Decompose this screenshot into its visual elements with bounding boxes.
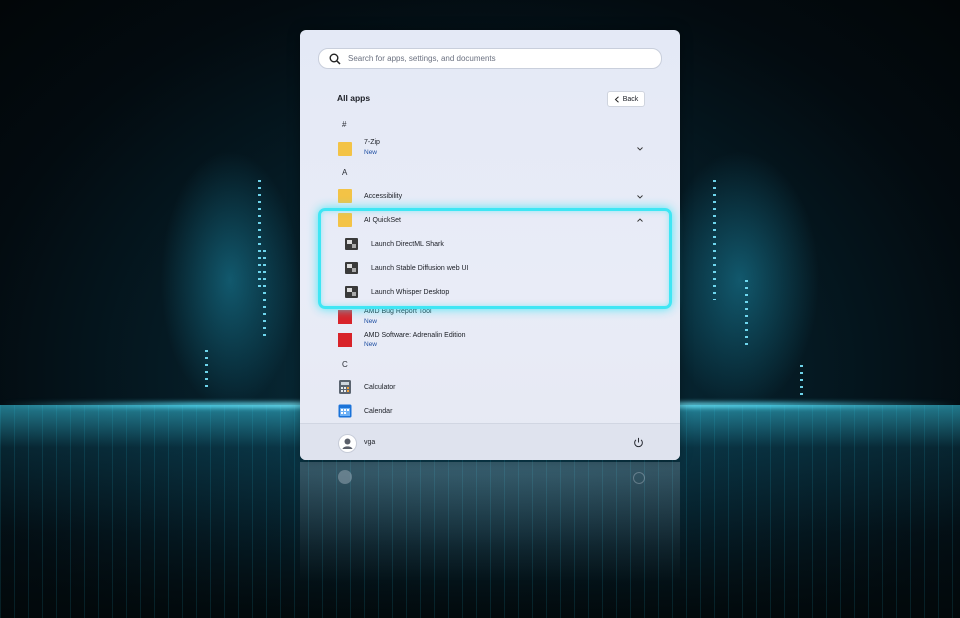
amd-icon bbox=[338, 310, 352, 324]
start-footer: vga bbox=[300, 423, 680, 460]
new-badge: New bbox=[364, 341, 378, 348]
group-letter-a[interactable]: A bbox=[342, 168, 347, 177]
background-light-dots bbox=[205, 350, 208, 390]
back-button[interactable]: Back bbox=[607, 91, 645, 107]
search-placeholder: Search for apps, settings, and documents bbox=[348, 54, 496, 63]
list-item-calendar[interactable]: Calendar bbox=[300, 401, 680, 423]
folder-icon bbox=[338, 142, 352, 156]
background-light-dots bbox=[263, 250, 266, 340]
page-title: All apps bbox=[337, 93, 371, 103]
new-badge: New bbox=[364, 318, 378, 325]
background-light-dots bbox=[713, 180, 716, 300]
calendar-icon bbox=[338, 404, 352, 418]
list-item-calculator[interactable]: Calculator bbox=[300, 377, 680, 399]
app-name: Calendar bbox=[364, 408, 393, 415]
search-icon bbox=[329, 53, 341, 65]
panel-reflection bbox=[300, 462, 680, 582]
background-glow-left bbox=[160, 150, 300, 410]
app-name: AMD Software: Adrenalin Edition bbox=[364, 332, 466, 339]
calculator-icon bbox=[339, 380, 351, 394]
app-name: AMD Bug Report Tool bbox=[364, 308, 432, 315]
background-light-dots bbox=[800, 365, 803, 395]
background-light-dots bbox=[745, 280, 748, 350]
background-light-dots bbox=[258, 180, 261, 290]
back-label: Back bbox=[622, 95, 639, 103]
chevron-down-icon[interactable] bbox=[636, 193, 644, 201]
power-icon[interactable] bbox=[633, 437, 644, 448]
chevron-left-icon bbox=[614, 95, 619, 103]
amd-icon bbox=[338, 333, 352, 347]
user-icon[interactable] bbox=[338, 434, 357, 453]
reflection-user-icon bbox=[338, 470, 352, 484]
list-item-7zip[interactable]: 7-Zip New bbox=[300, 136, 680, 158]
list-item-accessibility[interactable]: Accessibility bbox=[300, 186, 680, 208]
reflection-power-icon bbox=[633, 472, 645, 484]
group-letter-hash[interactable]: # bbox=[342, 120, 346, 129]
app-name: Accessibility bbox=[364, 193, 403, 200]
search-input[interactable]: Search for apps, settings, and documents bbox=[318, 48, 662, 69]
ai-quickset-highlight bbox=[318, 208, 672, 309]
new-badge: New bbox=[364, 149, 378, 156]
app-name: 7-Zip bbox=[364, 139, 380, 146]
chevron-down-icon[interactable] bbox=[636, 145, 644, 153]
app-name: Calculator bbox=[364, 384, 396, 391]
folder-icon bbox=[338, 189, 352, 203]
user-name[interactable]: vga bbox=[364, 439, 375, 446]
list-item-amd-bug-report[interactable]: AMD Bug Report Tool New bbox=[300, 306, 680, 328]
list-item-amd-software[interactable]: AMD Software: Adrenalin Edition New bbox=[300, 330, 680, 352]
group-letter-c[interactable]: C bbox=[342, 360, 348, 369]
background-glow-right bbox=[660, 150, 820, 410]
